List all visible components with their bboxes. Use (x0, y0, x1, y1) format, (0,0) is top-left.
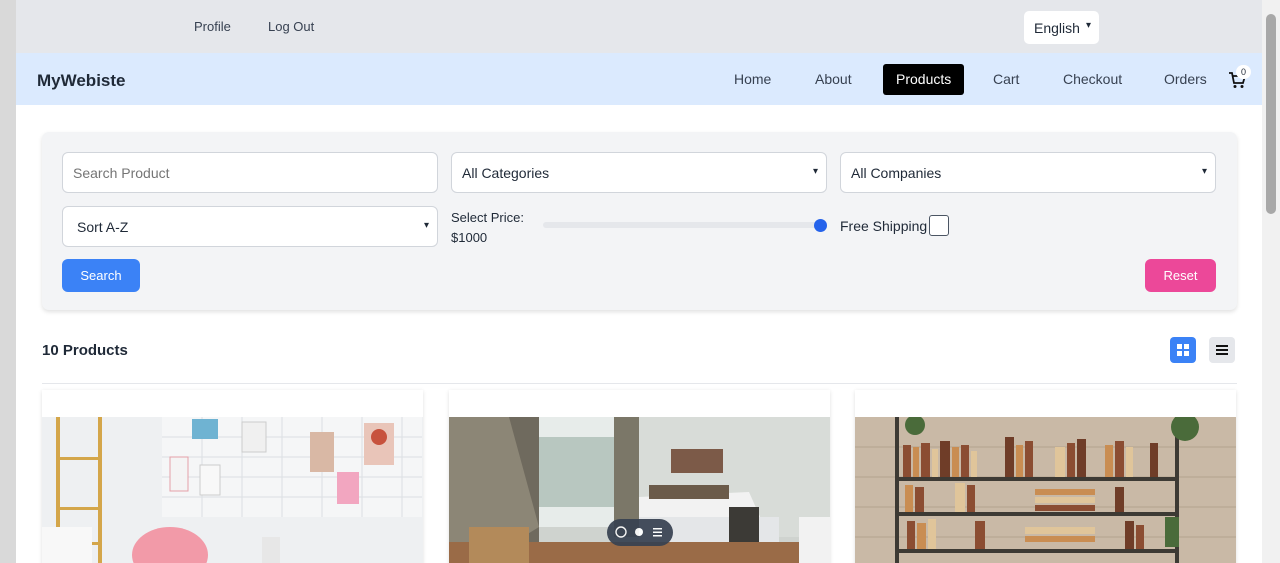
product-card[interactable] (855, 390, 1236, 563)
nav-checkout[interactable]: Checkout (1050, 64, 1135, 95)
price-label: Select Price: $1000 (451, 208, 524, 248)
category-value: All Categories (462, 165, 550, 181)
search-input[interactable] (62, 152, 438, 193)
reset-button[interactable]: Reset (1145, 259, 1216, 292)
chevron-down-icon: ▾ (1085, 20, 1091, 31)
products-count: 10 Products (42, 342, 128, 359)
category-select[interactable]: All Categories ▾ (451, 152, 827, 193)
sort-value: Sort A-Z (77, 219, 129, 235)
company-select[interactable]: All Companies ▾ (840, 152, 1216, 193)
scrollbar[interactable] (1262, 0, 1280, 563)
top-bar: Profile Log Out English ▾ (16, 0, 1262, 53)
nav-cart[interactable]: Cart (980, 64, 1032, 95)
toggle-icon (635, 528, 643, 536)
grid-icon (1177, 344, 1189, 356)
nav-home[interactable]: Home (721, 64, 784, 95)
chevron-down-icon: ▾ (1201, 166, 1207, 177)
company-value: All Companies (851, 165, 942, 181)
product-card[interactable] (42, 390, 423, 563)
language-select[interactable]: English ▾ (1024, 11, 1099, 44)
comment-icon (615, 526, 627, 538)
price-label-text: Select Price: (451, 210, 524, 225)
brand-logo[interactable]: MyWebiste (37, 71, 126, 91)
navbar: MyWebiste Home About Products Cart Check… (16, 53, 1262, 105)
chevron-down-icon: ▾ (423, 220, 429, 231)
grid-view-button[interactable] (1170, 337, 1196, 363)
logout-link[interactable]: Log Out (268, 19, 314, 34)
page: Profile Log Out English ▾ MyWebiste Home… (16, 0, 1262, 563)
price-slider-thumb[interactable] (814, 219, 827, 232)
price-slider-track[interactable] (543, 222, 823, 228)
image-overlay-toolbar[interactable] (607, 519, 673, 546)
language-value: English (1034, 20, 1080, 36)
nav-orders[interactable]: Orders (1151, 64, 1220, 95)
list-icon (1216, 345, 1228, 355)
nav-about[interactable]: About (802, 64, 865, 95)
free-shipping-checkbox[interactable] (929, 215, 949, 236)
search-button[interactable]: Search (62, 259, 140, 292)
free-shipping-label: Free Shipping (840, 218, 928, 234)
product-image-bookshelf[interactable] (855, 417, 1236, 563)
product-image-room[interactable] (42, 417, 423, 563)
chevron-down-icon: ▾ (812, 166, 818, 177)
list-view-button[interactable] (1209, 337, 1235, 363)
cart-count-badge: 0 (1236, 65, 1251, 79)
profile-link[interactable]: Profile (194, 19, 231, 34)
filters-panel: All Categories ▾ All Companies ▾ Sort A-… (42, 132, 1237, 310)
sort-select[interactable]: Sort A-Z ▾ (62, 206, 438, 247)
scrollbar-thumb[interactable] (1266, 14, 1276, 214)
divider (42, 383, 1237, 384)
nav-products[interactable]: Products (883, 64, 965, 95)
price-value: $1000 (451, 230, 488, 245)
